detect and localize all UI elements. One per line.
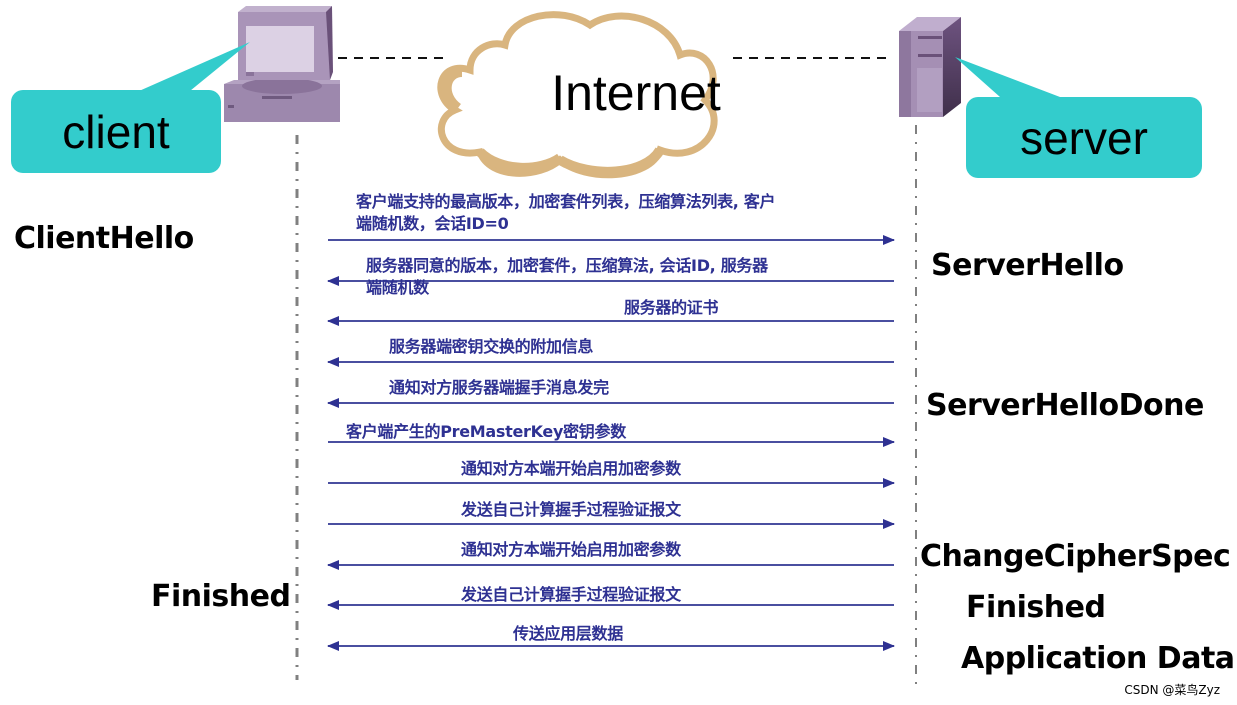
message-text-7: 通知对方本端开始启用加密参数 [461, 459, 682, 478]
message-text-line: 客户端产生的PreMasterKey密钥参数 [346, 422, 627, 441]
client-hello-label: ClientHello [14, 221, 194, 256]
message-text-8: 发送自己计算握手过程验证报文 [460, 500, 682, 519]
message-text-line: 发送自己计算握手过程验证报文 [460, 585, 682, 604]
message-text-line: 服务器的证书 [624, 298, 719, 317]
message-text-line: 端随机数 [366, 278, 430, 297]
client-finished-label: Finished [151, 579, 290, 614]
message-text-line: 通知对方服务器端握手消息发完 [389, 378, 609, 397]
message-text-4: 服务器端密钥交换的附加信息 [389, 337, 593, 356]
message-text-line: 客户端支持的最高版本，加密套件列表，压缩算法列表, 客户 [356, 192, 775, 211]
message-text-9: 通知对方本端开始启用加密参数 [461, 540, 682, 559]
watermark: CSDN @菜鸟Zyz [1124, 682, 1220, 697]
internet-label: Internet [551, 65, 721, 121]
message-text-6: 客户端产生的PreMasterKey密钥参数 [346, 422, 627, 441]
message-text-line: 端随机数，会话ID=0 [356, 214, 509, 233]
message-text-line: 通知对方本端开始启用加密参数 [461, 540, 682, 559]
server-hello-done-label: ServerHelloDone [926, 388, 1204, 423]
handshake-diagram: Internet client server ClientHello Finis… [11, 6, 1235, 697]
desktop-computer-icon [224, 6, 340, 122]
application-data-label: Application Data [961, 641, 1235, 676]
message-text-1: 客户端支持的最高版本，加密套件列表，压缩算法列表, 客户端随机数，会话ID=0 [356, 192, 775, 233]
message-text-3: 服务器的证书 [624, 298, 719, 317]
message-text-line: 通知对方本端开始启用加密参数 [461, 459, 682, 478]
message-text-line: 服务器同意的版本，加密套件，压缩算法, 会话ID, 服务器 [366, 256, 769, 275]
server-tower-icon [899, 17, 961, 117]
message-texts: 客户端支持的最高版本，加密套件列表，压缩算法列表, 客户端随机数，会话ID=0 服… [346, 192, 776, 643]
message-text-10: 发送自己计算握手过程验证报文 [460, 585, 682, 604]
server-hello-label: ServerHello [931, 248, 1124, 283]
message-text-line: 服务器端密钥交换的附加信息 [389, 337, 593, 356]
message-text-5: 通知对方服务器端握手消息发完 [389, 378, 609, 397]
server-finished-label: Finished [966, 590, 1105, 625]
change-cipher-spec-label: ChangeCipherSpec [920, 539, 1230, 574]
message-text-line: 发送自己计算握手过程验证报文 [460, 500, 682, 519]
message-text-2: 服务器同意的版本，加密套件，压缩算法, 会话ID, 服务器端随机数 [366, 256, 769, 297]
message-text-line: 传送应用层数据 [512, 624, 623, 643]
server-label: server [1020, 112, 1148, 164]
message-text-11: 传送应用层数据 [512, 624, 623, 643]
client-label: client [62, 106, 170, 158]
